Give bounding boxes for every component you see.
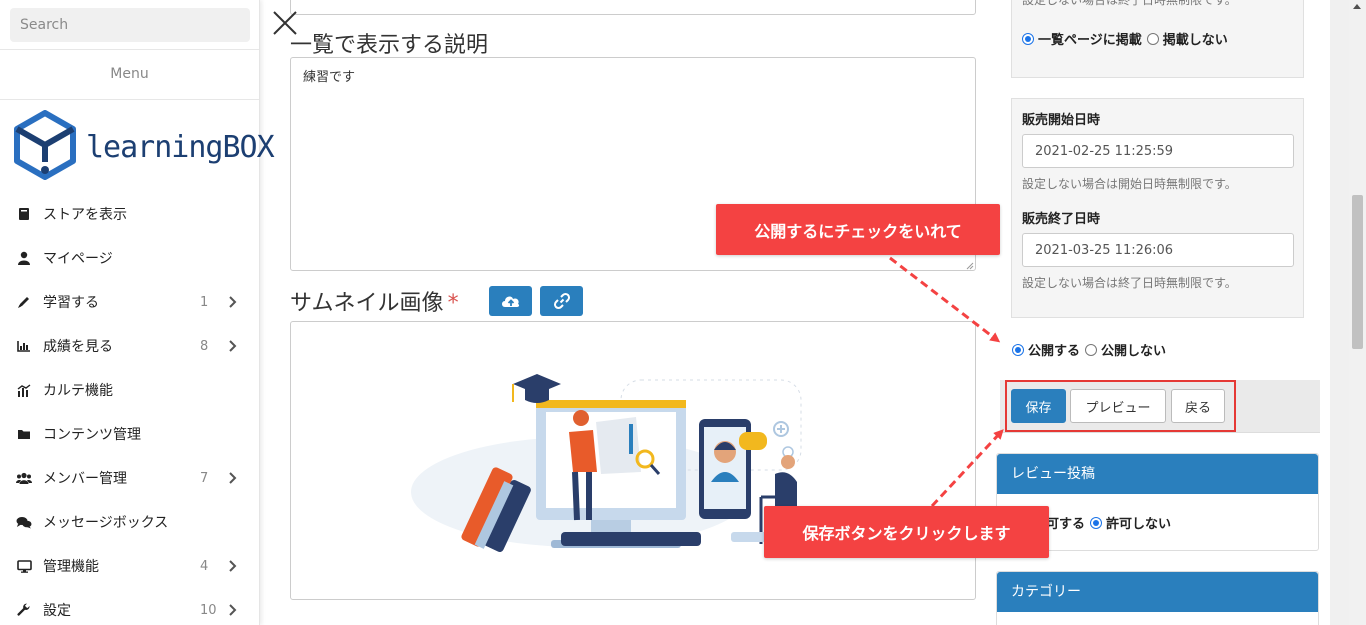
- learning-illustration: [411, 374, 802, 552]
- sidebar-item-label: 管理機能: [43, 559, 99, 575]
- sidebar-item-8[interactable]: メッセージボックス: [0, 500, 259, 544]
- page-scrollbar[interactable]: [1349, 0, 1366, 625]
- sale-end-label: 販売終了日時: [1022, 212, 1101, 227]
- sidebar-item-9[interactable]: 管理機能 4: [0, 544, 259, 588]
- scrollbar-thumb[interactable]: [1352, 195, 1363, 349]
- listing-panel: 設定しない場合は終了日時無制限です。 一覧ページに掲載 掲載しない: [1011, 0, 1304, 78]
- sidebar-item-5[interactable]: カルテ機能: [0, 368, 259, 412]
- sidebar-item-count: 8: [200, 338, 209, 354]
- logo[interactable]: learningBOX: [0, 100, 275, 192]
- sidebar-item-count: 10: [200, 602, 217, 618]
- publish-on-radio[interactable]: [1012, 343, 1024, 356]
- listing-on-label[interactable]: 一覧ページに掲載: [1038, 29, 1142, 48]
- folder-icon: [16, 426, 32, 442]
- chevron-right-icon[interactable]: [228, 559, 240, 573]
- category-card-title: カテゴリー: [997, 572, 1318, 612]
- chevron-right-icon[interactable]: [228, 295, 240, 309]
- description-title: 一覧で表示する説明: [290, 33, 489, 58]
- publish-on-label[interactable]: 公開する: [1028, 340, 1080, 359]
- sidebar-item-10[interactable]: 設定 10: [0, 588, 259, 625]
- previous-field[interactable]: [290, 0, 976, 15]
- wrench-icon: [16, 602, 32, 618]
- sale-start-input[interactable]: [1022, 134, 1294, 168]
- sidebar-item-count: 7: [200, 470, 209, 486]
- sidebar-item-label: カルテ機能: [43, 383, 113, 399]
- thumbnail-title: サムネイル画像 *: [290, 285, 459, 317]
- sale-end-help: 設定しない場合は終了日時無制限です。: [1022, 276, 1237, 290]
- listing-help: 設定しない場合は終了日時無制限です。: [1022, 0, 1237, 7]
- sale-end-input[interactable]: [1022, 233, 1294, 267]
- sidebar-item-label: 設定: [43, 603, 71, 619]
- sale-start-help: 設定しない場合は開始日時無制限です。: [1022, 177, 1237, 191]
- sale-period-panel: 販売開始日時 設定しない場合は開始日時無制限です。 販売終了日時 設定しない場合…: [1011, 98, 1304, 318]
- sidebar-item-label: コンテンツ管理: [43, 427, 141, 443]
- sidebar: Menu learningBOX ストアを表示マイページ学習する 1 成績を見る 8 カ…: [0, 0, 275, 625]
- review-disallow-radio[interactable]: [1090, 516, 1103, 529]
- sidebar-item-count: 4: [200, 558, 209, 574]
- scroll-up-icon[interactable]: [1353, 4, 1361, 9]
- sidebar-item-2[interactable]: マイページ: [0, 236, 259, 280]
- sidebar-item-label: ストアを表示: [43, 207, 127, 223]
- publish-off-label[interactable]: 公開しない: [1101, 340, 1166, 359]
- chart-icon: [16, 382, 32, 398]
- sidebar-item-label: 成績を見る: [43, 339, 113, 355]
- review-card-title: レビュー投稿: [997, 454, 1318, 494]
- listing-on-radio[interactable]: [1022, 32, 1034, 45]
- listing-off-label[interactable]: 掲載しない: [1163, 29, 1228, 48]
- sidebar-item-7[interactable]: メンバー管理 7: [0, 456, 259, 500]
- link-button[interactable]: [540, 286, 583, 316]
- sidebar-item-label: メンバー管理: [43, 471, 127, 487]
- logo-cube-icon: [14, 110, 76, 180]
- link-icon: [553, 292, 570, 310]
- publish-off-radio[interactable]: [1085, 343, 1098, 356]
- thumbnail-title-text: サムネイル画像: [290, 291, 444, 316]
- sale-start-label: 販売開始日時: [1022, 113, 1101, 128]
- cloud-upload-icon: [501, 296, 519, 307]
- required-mark: *: [447, 291, 459, 316]
- sidebar-item-3[interactable]: 学習する 1: [0, 280, 259, 324]
- listing-radio-group: 一覧ページに掲載 掲載しない: [1022, 29, 1228, 48]
- bar-chart-icon: [16, 338, 32, 354]
- sidebar-item-label: メッセージボックス: [43, 515, 169, 531]
- save-callout: 保存ボタンをクリックします: [764, 506, 1049, 558]
- publish-callout: 公開するにチェックをいれて: [716, 204, 1000, 255]
- listing-off-radio[interactable]: [1146, 32, 1159, 45]
- review-disallow-label[interactable]: 許可しない: [1106, 513, 1171, 532]
- sidebar-item-1[interactable]: ストアを表示: [0, 192, 259, 236]
- page-root: Menu learningBOX ストアを表示マイページ学習する 1 成績を見る 8 カ…: [0, 0, 1366, 625]
- category-card: カテゴリー: [996, 571, 1319, 625]
- sidebar-nav: ストアを表示 マイページ 学習する 1 成績を見る 8 カルテ機能 コンテンツ管理 メンバー管理…: [0, 192, 259, 625]
- chevron-right-icon[interactable]: [228, 339, 240, 353]
- sidebar-item-label: 学習する: [43, 295, 99, 311]
- book-icon: [16, 206, 32, 222]
- pencil-icon: [16, 294, 32, 310]
- sidebar-item-4[interactable]: 成績を見る 8: [0, 324, 259, 368]
- chevron-right-icon[interactable]: [228, 603, 240, 617]
- menu-title: Menu: [0, 50, 259, 100]
- comments-icon: [16, 514, 32, 530]
- search-input[interactable]: [10, 8, 250, 42]
- sidebar-item-label: マイページ: [43, 251, 113, 267]
- desktop-icon: [16, 558, 32, 574]
- thumbnail-preview[interactable]: [290, 321, 976, 600]
- user-icon: [16, 250, 32, 266]
- logo-text: learningBOX: [86, 130, 275, 165]
- sidebar-search: [0, 0, 259, 50]
- chevron-right-icon[interactable]: [228, 471, 240, 485]
- save-highlight-box: [1005, 380, 1236, 432]
- publish-radio-group: 公開する 公開しない: [1012, 340, 1166, 359]
- upload-button[interactable]: [489, 286, 532, 316]
- resize-handle-icon[interactable]: [966, 262, 974, 270]
- users-icon: [16, 470, 32, 486]
- sidebar-item-count: 1: [200, 294, 209, 310]
- sidebar-item-6[interactable]: コンテンツ管理: [0, 412, 259, 456]
